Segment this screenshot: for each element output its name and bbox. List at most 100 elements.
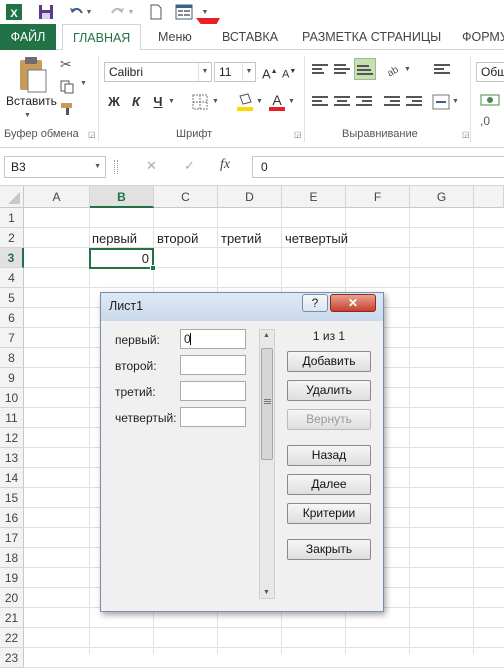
row-header-10[interactable]: 10 bbox=[0, 388, 24, 408]
fill-color-icon[interactable] bbox=[236, 92, 254, 112]
next-button[interactable]: Далее bbox=[287, 474, 371, 495]
redo-dropdown-icon[interactable]: ▼ bbox=[126, 2, 136, 22]
prev-button[interactable]: Назад bbox=[287, 445, 371, 466]
row-header-5[interactable]: 5 bbox=[0, 288, 24, 308]
row-header-4[interactable]: 4 bbox=[0, 268, 24, 288]
row-header-1[interactable]: 1 bbox=[0, 208, 24, 228]
bold-button[interactable]: Ж bbox=[106, 92, 122, 112]
align-bottom-icon[interactable] bbox=[354, 58, 376, 80]
column-header-f[interactable]: F bbox=[346, 186, 410, 208]
field-input-second[interactable] bbox=[180, 355, 246, 375]
column-header-c[interactable]: C bbox=[154, 186, 218, 208]
row-header-17[interactable]: 17 bbox=[0, 528, 24, 548]
dialog-titlebar[interactable]: Лист1 ? ✕ bbox=[101, 293, 383, 321]
column-header-overflow[interactable] bbox=[474, 186, 504, 208]
active-cell-b3[interactable]: 0 bbox=[89, 248, 156, 271]
record-scrollbar[interactable]: ▲ ▼ bbox=[259, 329, 275, 599]
row-header-16[interactable]: 16 bbox=[0, 508, 24, 528]
copy-icon[interactable] bbox=[60, 80, 74, 94]
font-name-combo[interactable]: Calibri ▼ bbox=[104, 62, 212, 82]
cell-e2[interactable]: четвертый bbox=[283, 229, 348, 249]
align-center-icon[interactable] bbox=[334, 96, 350, 108]
wrap-text-icon[interactable] bbox=[434, 64, 450, 76]
close-icon[interactable]: ✕ bbox=[330, 294, 376, 312]
row-header-11[interactable]: 11 bbox=[0, 408, 24, 428]
fill-handle[interactable] bbox=[150, 265, 156, 271]
chevron-down-icon[interactable]: ▼ bbox=[242, 63, 255, 81]
cut-icon[interactable]: ✂ bbox=[60, 56, 72, 73]
row-header-2[interactable]: 2 bbox=[0, 228, 24, 248]
grow-font-icon[interactable]: A▲ bbox=[262, 62, 278, 82]
save-icon[interactable] bbox=[36, 2, 56, 22]
format-painter-icon[interactable] bbox=[60, 102, 76, 116]
copy-dropdown-icon[interactable]: ▼ bbox=[80, 80, 87, 87]
font-launcher-icon[interactable]: ◲ bbox=[294, 130, 302, 139]
add-button[interactable]: Добавить bbox=[287, 351, 371, 372]
shrink-font-icon[interactable]: A▼ bbox=[282, 62, 296, 82]
underline-button[interactable]: Ч bbox=[150, 92, 166, 112]
row-header-23[interactable]: 23 bbox=[0, 648, 24, 668]
tab-file[interactable]: ФАЙЛ bbox=[0, 24, 56, 50]
restore-button[interactable]: Вернуть bbox=[287, 409, 371, 430]
row-header-15[interactable]: 15 bbox=[0, 488, 24, 508]
decrease-indent-icon[interactable] bbox=[384, 96, 400, 108]
increase-indent-icon[interactable] bbox=[406, 96, 422, 108]
excel-app-icon[interactable]: X bbox=[4, 2, 24, 22]
tab-menu[interactable]: Меню bbox=[148, 24, 202, 50]
align-middle-icon[interactable] bbox=[334, 64, 350, 76]
paste-icon[interactable] bbox=[14, 56, 48, 94]
orientation-icon[interactable]: ab bbox=[384, 60, 402, 79]
row-header-21[interactable]: 21 bbox=[0, 608, 24, 628]
row-header-7[interactable]: 7 bbox=[0, 328, 24, 348]
align-top-icon[interactable] bbox=[312, 64, 328, 76]
column-header-e[interactable]: E bbox=[282, 186, 346, 208]
row-header-14[interactable]: 14 bbox=[0, 468, 24, 488]
number-format-combo[interactable]: Общ bbox=[476, 62, 504, 82]
row-header-3[interactable]: 3 bbox=[0, 248, 24, 268]
formula-input[interactable]: 0 bbox=[252, 156, 504, 178]
row-header-12[interactable]: 12 bbox=[0, 428, 24, 448]
tab-insert[interactable]: ВСТАВКА bbox=[212, 24, 288, 50]
row-header-20[interactable]: 20 bbox=[0, 588, 24, 608]
align-right-icon[interactable] bbox=[356, 96, 372, 108]
cell-d2[interactable]: третий bbox=[219, 229, 261, 249]
row-header-22[interactable]: 22 bbox=[0, 628, 24, 648]
merge-center-icon[interactable] bbox=[432, 94, 450, 110]
row-header-8[interactable]: 8 bbox=[0, 348, 24, 368]
scroll-down-icon[interactable]: ▼ bbox=[263, 589, 270, 596]
chevron-down-icon[interactable]: ▼ bbox=[94, 157, 101, 177]
italic-button[interactable]: К bbox=[128, 92, 144, 112]
undo-dropdown-icon[interactable]: ▼ bbox=[84, 2, 94, 22]
font-color-dropdown-icon[interactable]: ▼ bbox=[288, 98, 295, 105]
select-all-corner[interactable] bbox=[0, 186, 24, 208]
tab-formulas[interactable]: ФОРМУ bbox=[452, 24, 504, 50]
clipboard-launcher-icon[interactable]: ◲ bbox=[88, 130, 96, 139]
fill-dropdown-icon[interactable]: ▼ bbox=[256, 98, 263, 105]
insert-function-icon[interactable]: fx bbox=[220, 157, 230, 173]
borders-icon[interactable] bbox=[192, 94, 208, 110]
field-input-fourth[interactable] bbox=[180, 407, 246, 427]
tab-home[interactable]: ГЛАВНАЯ bbox=[62, 24, 142, 51]
cell-b2[interactable]: первый bbox=[90, 229, 137, 249]
underline-dropdown-icon[interactable]: ▼ bbox=[168, 98, 175, 105]
paste-label[interactable]: Вставить bbox=[6, 94, 57, 108]
chevron-down-icon[interactable]: ▼ bbox=[198, 63, 211, 81]
column-header-a[interactable]: A bbox=[24, 186, 90, 208]
new-document-icon[interactable] bbox=[146, 2, 166, 22]
column-header-d[interactable]: D bbox=[218, 186, 282, 208]
decrease-decimal-icon[interactable]: ,0 bbox=[480, 114, 490, 128]
row-header-18[interactable]: 18 bbox=[0, 548, 24, 568]
column-header-b[interactable]: B bbox=[90, 186, 154, 208]
delete-button[interactable]: Удалить bbox=[287, 380, 371, 401]
orientation-dropdown-icon[interactable]: ▼ bbox=[404, 66, 411, 73]
row-header-13[interactable]: 13 bbox=[0, 448, 24, 468]
field-input-third[interactable] bbox=[180, 381, 246, 401]
alignment-launcher-icon[interactable]: ◲ bbox=[462, 130, 470, 139]
row-header-9[interactable]: 9 bbox=[0, 368, 24, 388]
column-header-g[interactable]: G bbox=[410, 186, 474, 208]
row-header-6[interactable]: 6 bbox=[0, 308, 24, 328]
criteria-button[interactable]: Критерии bbox=[287, 503, 371, 524]
close-button[interactable]: Закрыть bbox=[287, 539, 371, 560]
tab-page-layout[interactable]: РАЗМЕТКА СТРАНИЦЫ bbox=[292, 24, 451, 50]
paste-dropdown-icon[interactable]: ▼ bbox=[24, 112, 31, 119]
